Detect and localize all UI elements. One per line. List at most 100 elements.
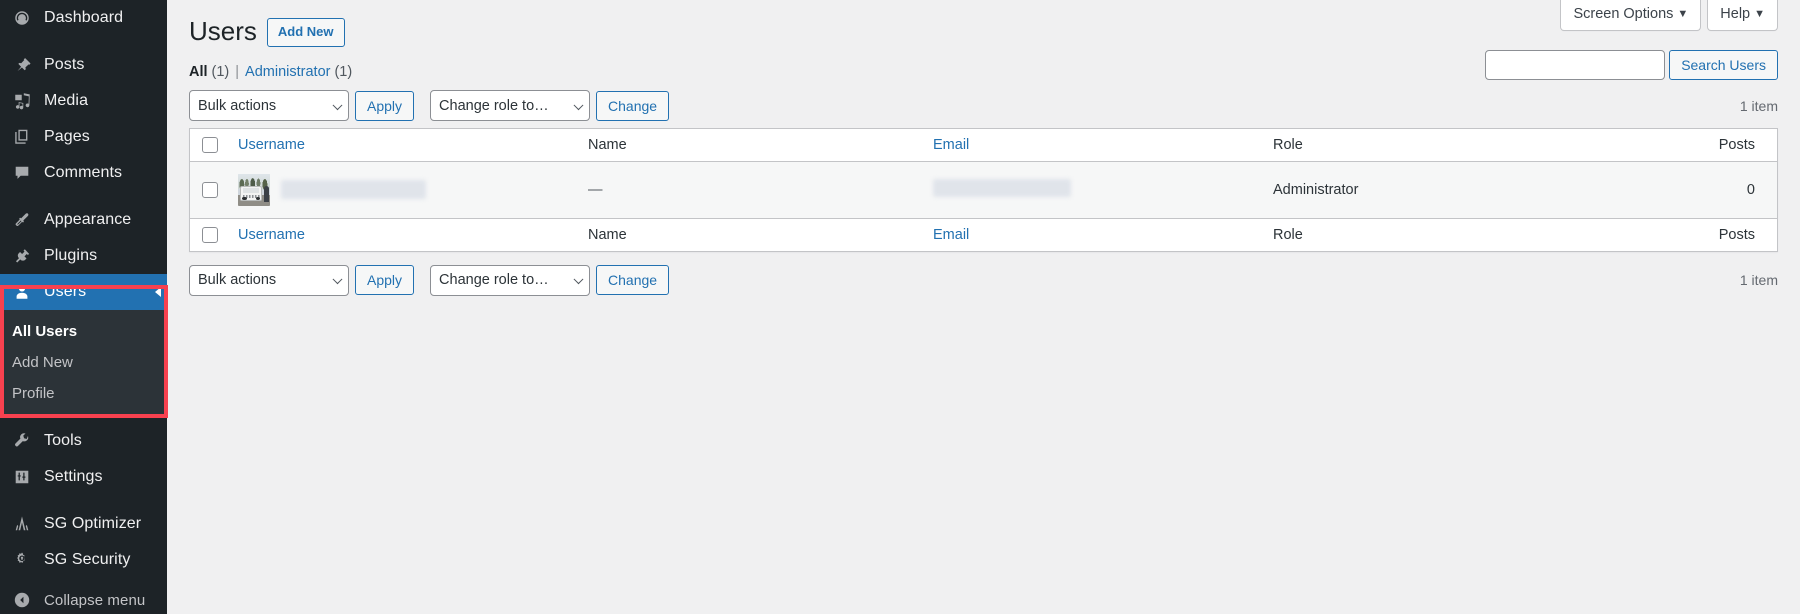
bulk-actions-select[interactable]: Bulk actions <box>189 90 349 121</box>
filter-administrator-link[interactable]: Administrator <box>245 64 330 80</box>
pages-icon <box>12 127 32 147</box>
sidebar-item-appearance[interactable]: Appearance <box>0 202 167 238</box>
user-search-box: Search Users <box>1485 50 1778 80</box>
column-header-username: Username <box>228 129 578 162</box>
help-button[interactable]: Help▼ <box>1707 0 1778 31</box>
sidebar-separator <box>0 191 167 202</box>
sidebar-separator <box>0 495 167 506</box>
sort-email-link[interactable]: Email <box>933 137 969 153</box>
sidebar-separator <box>0 36 167 47</box>
name-value: — <box>588 182 603 198</box>
table-header-row: Username Name Email Role Posts <box>190 129 1777 162</box>
sidebar-item-label: Settings <box>44 469 103 485</box>
screen-options-button[interactable]: Screen Options ▼ <box>1560 0 1701 31</box>
users-table: Username Name Email Role Posts <box>189 128 1778 252</box>
sidebar-item-media[interactable]: Media <box>0 83 167 119</box>
bulk-actions-select-wrap-bottom: Bulk actions <box>189 265 349 296</box>
submenu-item-all-users[interactable]: All Users <box>0 317 167 348</box>
filter-administrator: Administrator (1) <box>245 64 352 80</box>
filter-divider: | <box>229 64 245 80</box>
sort-username-link-footer[interactable]: Username <box>238 227 305 243</box>
sidebar-item-label: Posts <box>44 57 85 73</box>
sg-optimizer-icon <box>12 514 32 534</box>
submenu-item-profile[interactable]: Profile <box>0 379 167 410</box>
sidebar-item-label: Users <box>44 284 86 300</box>
select-all-header <box>190 129 228 162</box>
sidebar-item-label: Comments <box>44 165 122 181</box>
settings-icon <box>12 467 32 487</box>
user-icon <box>12 282 32 302</box>
sidebar-item-settings[interactable]: Settings <box>0 459 167 495</box>
row-name-cell: — <box>578 162 923 218</box>
column-footer-posts: Posts <box>1508 218 1777 251</box>
sidebar-item-label: Media <box>44 93 88 109</box>
column-footer-name: Name <box>578 218 923 251</box>
search-users-button[interactable]: Search Users <box>1669 50 1778 80</box>
sidebar-item-sg-optimizer[interactable]: SG Optimizer <box>0 506 167 542</box>
change-role-select-wrap: Change role to… <box>430 90 590 121</box>
sidebar-item-label: Pages <box>44 129 90 145</box>
screen-options-label: Screen Options <box>1573 6 1673 22</box>
row-checkbox[interactable] <box>202 182 218 198</box>
posts-count-value: 0 <box>1747 182 1755 198</box>
add-new-user-button[interactable]: Add New <box>267 18 345 47</box>
displaying-num-bottom: 1 item <box>1740 272 1778 288</box>
username-redacted-value[interactable] <box>281 180 426 199</box>
sort-username-link[interactable]: Username <box>238 137 305 153</box>
filter-administrator-count: (1) <box>334 64 352 80</box>
bulk-actions-select-wrap: Bulk actions <box>189 90 349 121</box>
sidebar-item-comments[interactable]: Comments <box>0 155 167 191</box>
change-role-select-wrap-bottom: Change role to… <box>430 265 590 296</box>
apply-bulk-action-button[interactable]: Apply <box>355 91 414 121</box>
displaying-num-top: 1 item <box>1740 98 1778 114</box>
select-all-checkbox-footer[interactable] <box>202 227 218 243</box>
sidebar-collapse-menu-button[interactable]: Collapse menu <box>0 582 167 614</box>
column-label-name-footer: Name <box>588 227 627 243</box>
comments-icon <box>12 163 32 183</box>
sidebar-item-plugins[interactable]: Plugins <box>0 238 167 274</box>
filter-all-count: (1) <box>212 64 230 80</box>
change-role-button-bottom[interactable]: Change <box>596 265 669 295</box>
column-label-name: Name <box>588 137 627 153</box>
screen-meta-links: Screen Options ▼ Help▼ <box>1560 0 1778 31</box>
submenu-item-add-new[interactable]: Add New <box>0 348 167 379</box>
users-submenu: All Users Add New Profile <box>0 310 167 417</box>
wrench-icon <box>12 431 32 451</box>
row-username-cell <box>228 162 578 218</box>
table-row: — Administrator 0 <box>190 162 1777 218</box>
divider-text: | <box>235 64 239 80</box>
sidebar-item-label: Appearance <box>44 212 131 228</box>
search-input[interactable] <box>1485 50 1665 80</box>
collapse-icon <box>12 590 32 610</box>
filter-all-link[interactable]: All <box>189 64 208 80</box>
chevron-down-icon: ▼ <box>1754 8 1765 20</box>
submenu-item-label: Add New <box>12 354 73 371</box>
chevron-down-icon: ▼ <box>1677 8 1688 20</box>
email-redacted-value[interactable] <box>933 179 1071 197</box>
sidebar-item-sg-security[interactable]: SG Security <box>0 542 167 578</box>
sidebar-item-posts[interactable]: Posts <box>0 47 167 83</box>
change-role-select[interactable]: Change role to… <box>430 90 590 121</box>
sidebar-item-tools[interactable]: Tools <box>0 423 167 459</box>
sidebar-item-dashboard[interactable]: Dashboard <box>0 0 167 36</box>
change-role-button[interactable]: Change <box>596 91 669 121</box>
select-all-checkbox[interactable] <box>202 137 218 153</box>
column-header-email: Email <box>923 129 1263 162</box>
apply-bulk-action-button-bottom[interactable]: Apply <box>355 265 414 295</box>
sidebar-item-pages[interactable]: Pages <box>0 119 167 155</box>
sort-email-link-footer[interactable]: Email <box>933 227 969 243</box>
sidebar-item-users[interactable]: Users <box>0 274 167 310</box>
users-table-foot: Username Name Email Role Posts <box>190 218 1777 251</box>
users-table-body: — Administrator 0 <box>190 162 1777 218</box>
column-label-role: Role <box>1273 137 1303 153</box>
row-role-cell: Administrator <box>1263 162 1508 218</box>
submenu-item-label: Profile <box>12 385 55 402</box>
change-role-select-bottom[interactable]: Change role to… <box>430 265 590 296</box>
column-footer-role: Role <box>1263 218 1508 251</box>
chevron-left-icon <box>155 287 161 297</box>
bulk-actions-select-bottom[interactable]: Bulk actions <box>189 265 349 296</box>
column-label-posts: Posts <box>1719 137 1755 153</box>
wordpress-admin-screen: Dashboard Posts Media Pages Comment <box>0 0 1800 614</box>
tablenav-top: Bulk actions Apply Change role to… Chang… <box>189 86 1778 126</box>
sg-security-icon <box>12 550 32 570</box>
